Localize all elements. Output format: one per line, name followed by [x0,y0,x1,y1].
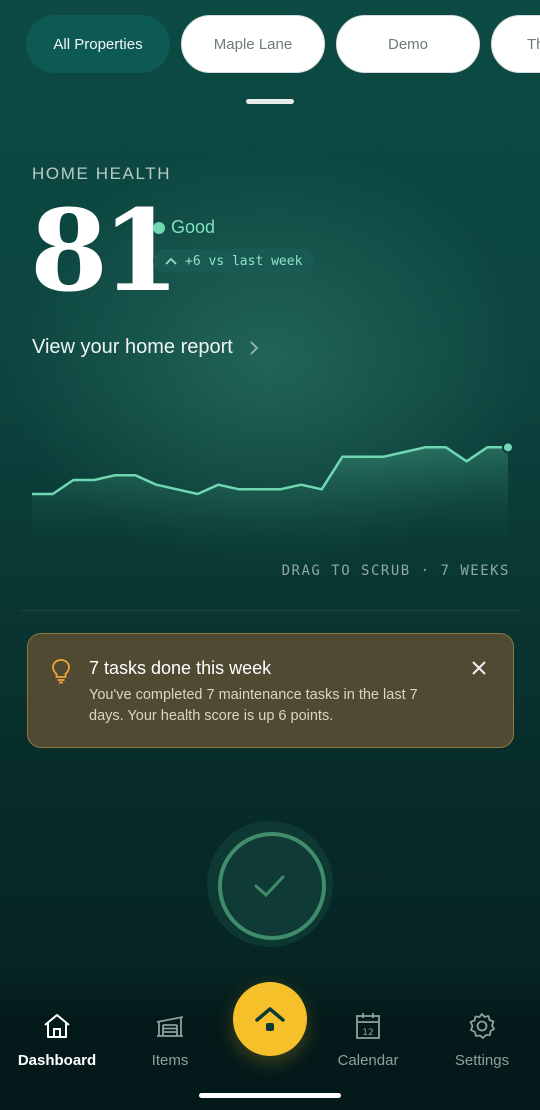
status-label: Good [171,217,216,237]
card-title: 7 tasks done this week [89,658,272,678]
tab-label-dashboard: Dashboard [17,1052,97,1069]
sheet-grabber[interactable] [246,99,294,104]
home-report-label: View your home report [32,336,233,358]
tab-items[interactable]: Items [115,1010,225,1069]
chart-area [32,447,508,558]
property-selector: All Properties Maple Lane Demo Th [26,15,540,75]
home-action-button[interactable] [233,982,307,1056]
close-icon[interactable] [471,660,487,676]
tab-label-items: Items [151,1052,189,1069]
status-dot-icon [153,221,165,234]
home-indicator[interactable] [199,1093,341,1098]
weekly-summary-card: 7 tasks done this week You've completed … [27,633,514,748]
card-body: You've completed 7 maintenance tasks in … [89,687,418,724]
health-score: 81 [30,186,180,317]
tab-label-settings: Settings [454,1052,510,1069]
home-icon [44,1014,70,1038]
garage-icon [156,1016,184,1037]
calendar-icon: 12 [356,1013,380,1039]
tab-settings[interactable]: Settings [427,1010,537,1069]
score-delta-text: +6 vs last week [185,253,303,269]
chip-all-properties[interactable]: All Properties [26,15,170,73]
section-title: HOME HEALTH [32,164,172,183]
health-chart[interactable] [0,390,540,560]
gear-icon [469,1013,495,1039]
status-indicator: Good [153,217,215,238]
section-divider [20,610,520,611]
tab-label-calendar: Calendar [337,1052,399,1069]
chip-more-property[interactable]: Th [491,15,540,73]
score-delta-badge: +6 vs last week [153,249,315,273]
chip-maple-lane[interactable]: Maple Lane [181,15,325,73]
home-report-link[interactable]: View your home report [32,336,259,359]
home-fab-icon [255,1007,285,1031]
check-icon [254,875,285,898]
chip-demo[interactable]: Demo [336,15,480,73]
scrub-hint: DRAG TO SCRUB · 7 WEEKS [281,563,510,579]
chevron-right-icon [250,340,259,355]
chevron-up-icon [165,257,177,265]
tab-dashboard[interactable]: Dashboard [2,1010,112,1069]
chart-scrub-handle[interactable] [502,441,514,454]
lightbulb-icon [52,659,70,684]
tab-calendar[interactable]: 12 Calendar [313,1010,423,1069]
calendar-day-number: 12 [362,1028,373,1038]
